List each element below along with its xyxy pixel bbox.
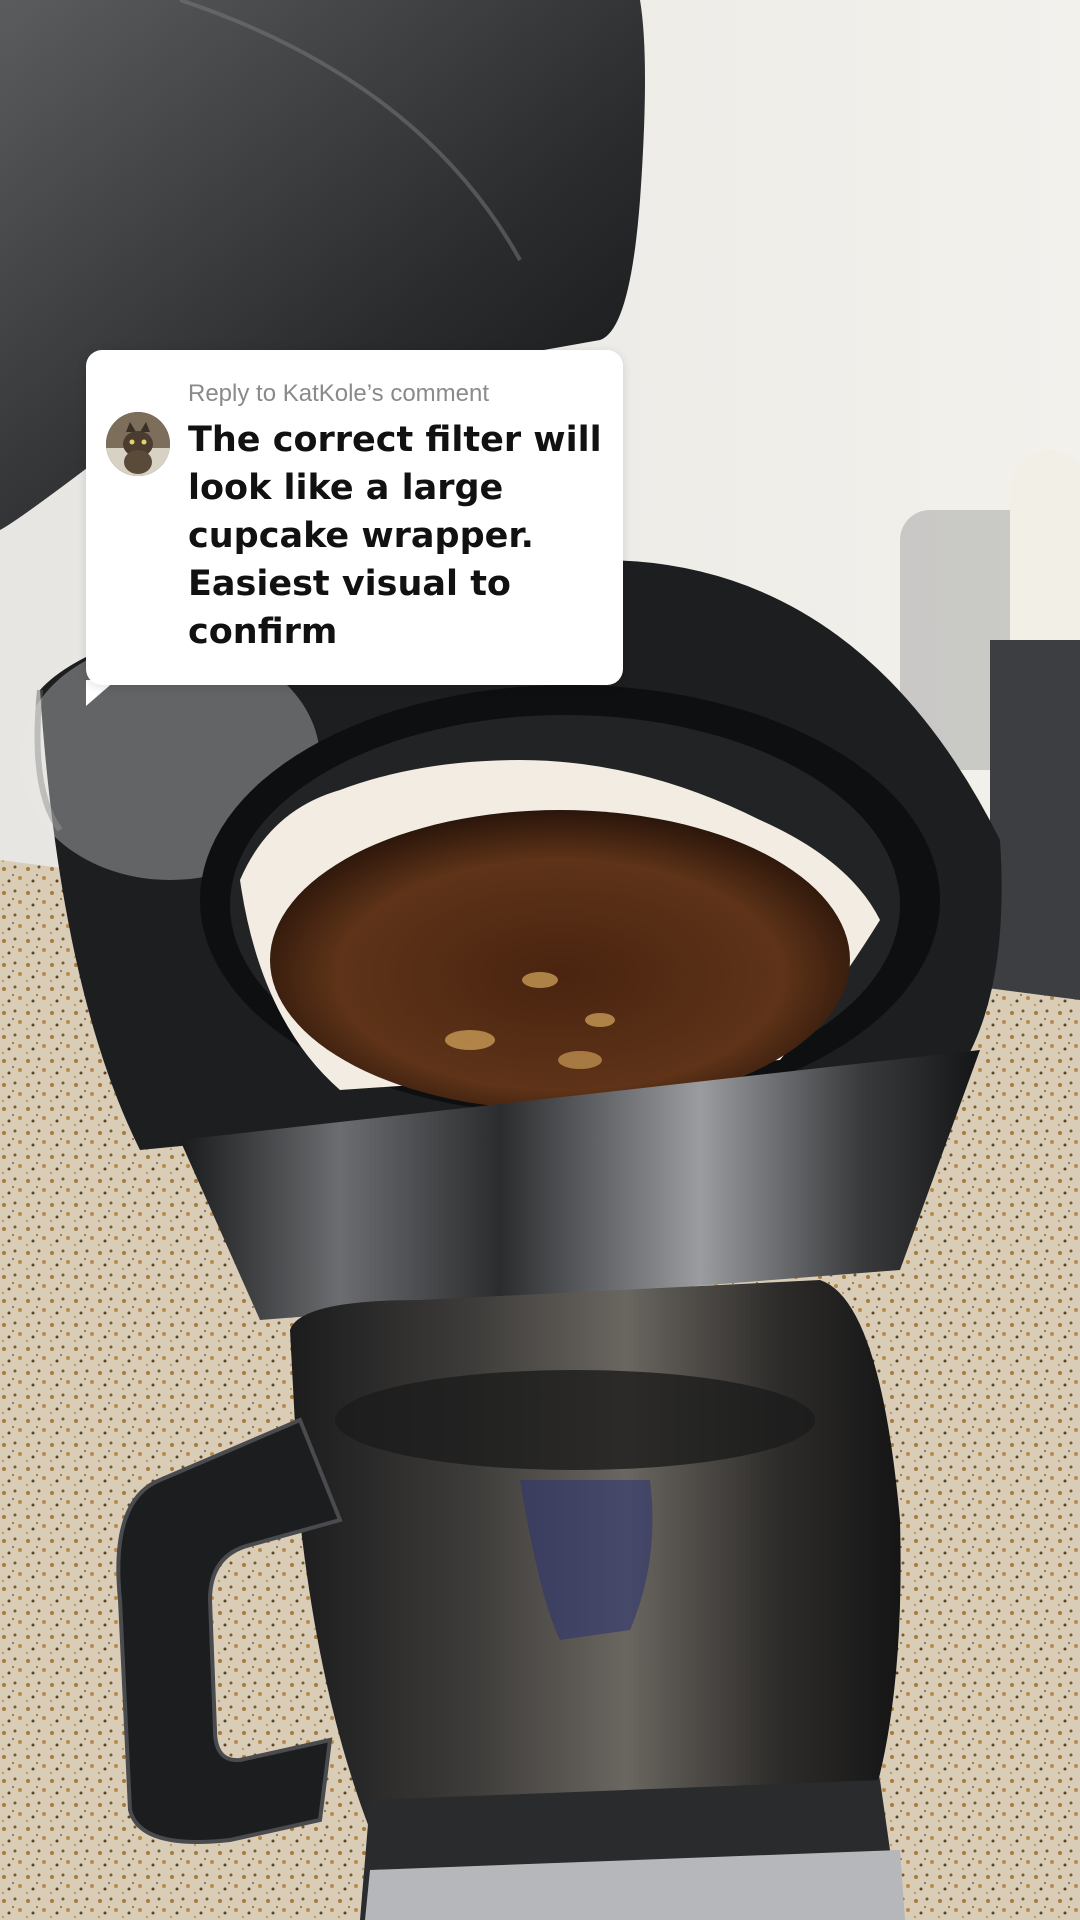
coffee-maker-photo (0, 0, 1080, 1920)
comment-text: The correct filter will look like a larg… (188, 420, 602, 652)
cat-avatar[interactable] (106, 412, 170, 476)
reply-to-label: Reply to KatKole’s comment (188, 380, 490, 407)
cat-avatar-icon (106, 412, 170, 476)
reply-comment-bubble[interactable]: Reply to KatKole’s comment The correct f… (86, 350, 623, 685)
